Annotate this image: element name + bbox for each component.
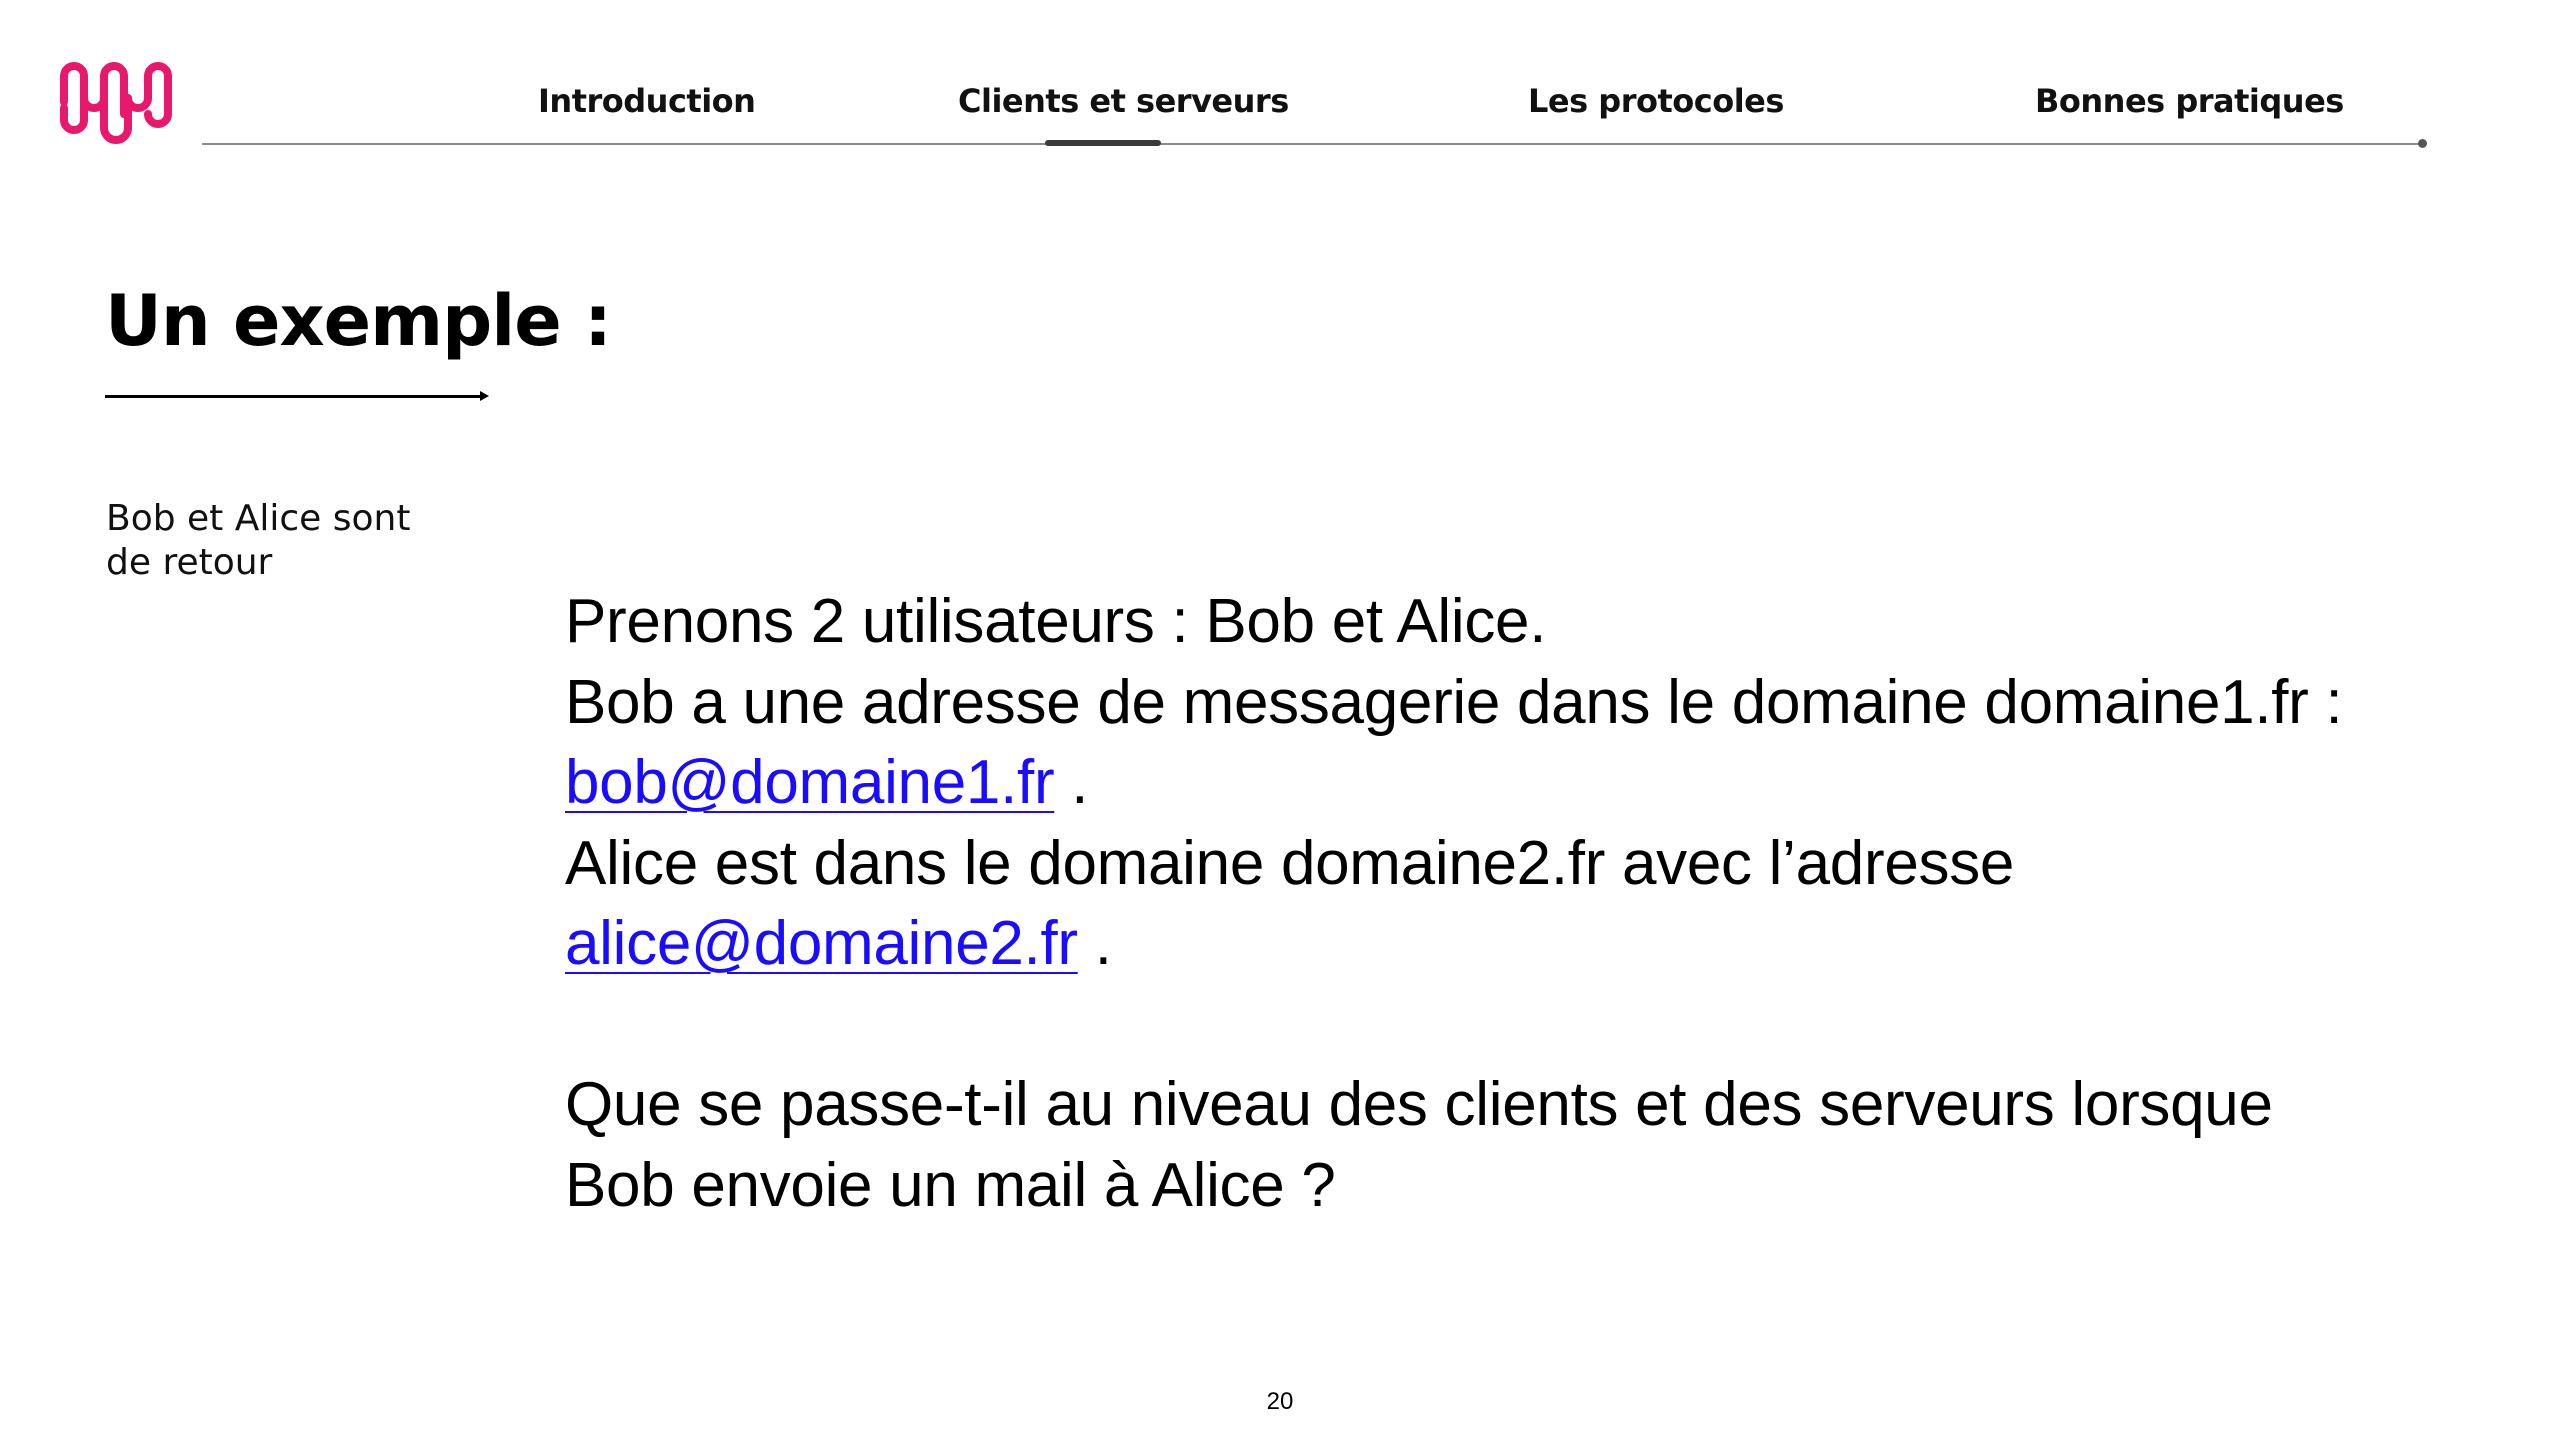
alice-email-suffix: . <box>1077 909 1112 978</box>
body-line-3: bob@domaine1.fr . <box>565 743 2525 824</box>
nav-item-clients-et-serveurs[interactable]: Clients et serveurs <box>958 82 1289 120</box>
nav-progress-line <box>202 143 2422 145</box>
nav-active-indicator <box>1045 140 1161 146</box>
bob-email-suffix: . <box>1054 748 1089 817</box>
slide-body: Prenons 2 utilisateurs : Bob et Alice. B… <box>565 582 2525 1226</box>
side-note-line-1: Bob et Alice sont <box>106 498 411 539</box>
title-underline-arrow <box>105 395 483 398</box>
slide-title: Un exemple : <box>105 280 612 362</box>
body-line-2: Bob a une adresse de messagerie dans le … <box>565 667 2343 737</box>
body-spacer <box>565 985 2525 1066</box>
nav-progress-end-dot <box>2418 139 2427 148</box>
top-navigation: Introduction Clients et serveurs Les pro… <box>0 82 2560 122</box>
bob-email-link[interactable]: bob@domaine1.fr <box>565 748 1055 817</box>
nav-item-bonnes-pratiques[interactable]: Bonnes pratiques <box>2035 82 2344 120</box>
slide: Introduction Clients et serveurs Les pro… <box>0 0 2560 1440</box>
side-note: Bob et Alice sont de retour <box>106 497 466 585</box>
question-line-2: Bob envoie un mail à Alice ? <box>565 1150 1336 1220</box>
side-note-line-2: de retour <box>106 542 273 583</box>
page-number: 20 <box>1266 1388 1294 1415</box>
nav-item-introduction[interactable]: Introduction <box>538 82 756 120</box>
alice-email-link[interactable]: alice@domaine2.fr <box>565 909 1078 978</box>
body-line-1: Prenons 2 utilisateurs : Bob et Alice. <box>565 587 1547 656</box>
body-line-4: Alice est dans le domaine domaine2.fr av… <box>565 828 2015 898</box>
body-line-5: alice@domaine2.fr . <box>565 904 2525 985</box>
title-arrowhead <box>480 391 489 401</box>
nav-item-les-protocoles[interactable]: Les protocoles <box>1528 82 1784 120</box>
question-line-1: Que se passe-t-il au niveau des clients … <box>565 1070 2273 1139</box>
